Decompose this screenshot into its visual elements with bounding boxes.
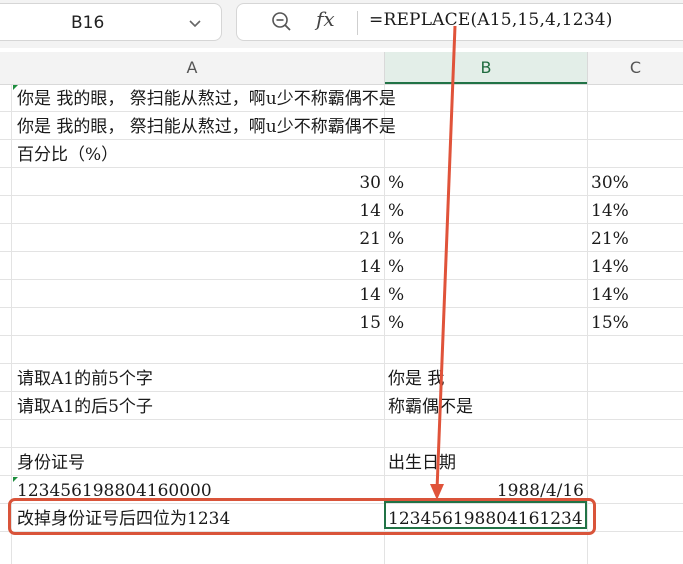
column-header-b[interactable]: B [385, 52, 587, 84]
cell-a1[interactable]: 你是 我的眼， 祭扫能从熬过，啊u少不称霸偶不是 [17, 85, 396, 113]
grid-line [11, 85, 12, 564]
cell-a9[interactable]: 15 [17, 309, 381, 337]
grid-line [587, 85, 588, 564]
spreadsheet-grid[interactable]: 你是 我的眼， 祭扫能从熬过，啊u少不称霸偶不是 你是 我的眼， 祭扫能从熬过，… [0, 85, 683, 564]
cell-c9[interactable]: 15% [591, 309, 629, 337]
formula-toolbar: B16 fx =REPLACE(A15,15,4,1234) [0, 0, 683, 48]
cell-b14[interactable]: 出生日期 [388, 449, 456, 477]
formula-separator [357, 11, 358, 35]
column-header-a[interactable]: A [0, 52, 384, 84]
grid-line [0, 363, 683, 364]
cell-a11[interactable]: 请取A1的前5个字 [17, 365, 153, 393]
cell-c8[interactable]: 14% [591, 281, 629, 309]
cell-a6[interactable]: 21 [17, 225, 381, 253]
zoom-out-icon[interactable] [270, 10, 294, 34]
grid-line [384, 85, 385, 564]
name-box-value: B16 [71, 13, 105, 33]
annotation-highlight-box [8, 498, 596, 535]
cell-a8[interactable]: 14 [17, 281, 381, 309]
name-box[interactable]: B16 [0, 3, 222, 41]
cell-b7[interactable]: % [388, 253, 404, 281]
cell-a2[interactable]: 你是 我的眼， 祭扫能从熬过，啊u少不称霸偶不是 [17, 113, 396, 141]
cell-a4[interactable]: 30 [17, 169, 381, 197]
formula-text[interactable]: =REPLACE(A15,15,4,1234) [369, 10, 613, 30]
cell-a14[interactable]: 身份证号 [17, 449, 85, 477]
column-divider[interactable] [587, 52, 588, 84]
cell-c7[interactable]: 14% [591, 253, 629, 281]
column-header-c[interactable]: C [588, 52, 683, 84]
cell-a5[interactable]: 14 [17, 197, 381, 225]
grid-line [0, 475, 683, 476]
chevron-down-icon[interactable] [187, 15, 203, 31]
cell-b4[interactable]: % [388, 169, 404, 197]
cell-b9[interactable]: % [388, 309, 404, 337]
cell-c4[interactable]: 30% [591, 169, 629, 197]
cell-b5[interactable]: % [388, 197, 404, 225]
cell-b12[interactable]: 称霸偶不是 [388, 393, 473, 421]
cell-a7[interactable]: 14 [17, 253, 381, 281]
cell-b8[interactable]: % [388, 281, 404, 309]
cell-a3[interactable]: 百分比（%） [17, 141, 118, 169]
cell-b11[interactable]: 你是 我 [388, 365, 444, 393]
column-divider[interactable] [384, 52, 385, 84]
fx-icon[interactable]: fx [316, 7, 335, 31]
cell-c5[interactable]: 14% [591, 197, 629, 225]
cell-c6[interactable]: 21% [591, 225, 629, 253]
cell-b6[interactable]: % [388, 225, 404, 253]
cell-a12[interactable]: 请取A1的后5个子 [17, 393, 153, 421]
grid-line [0, 447, 683, 448]
column-header-row: A B C [0, 52, 683, 85]
